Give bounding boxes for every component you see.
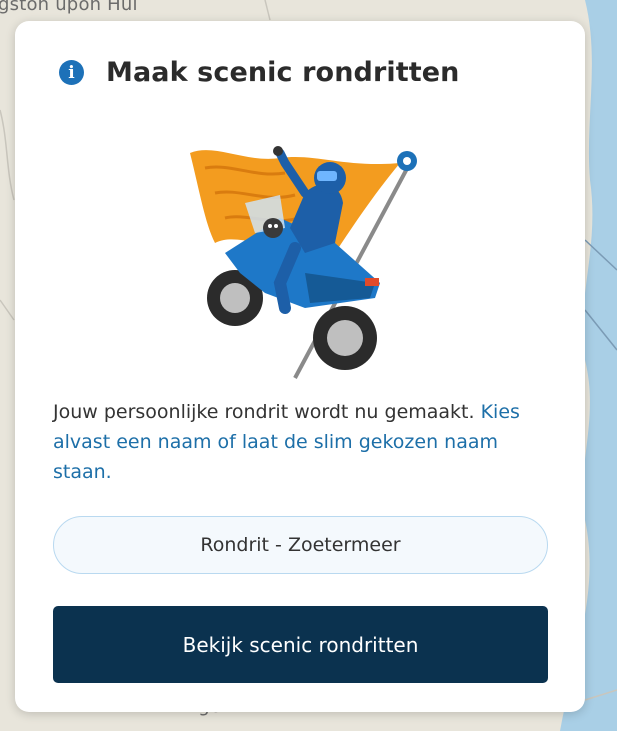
dialog-description: Jouw persoonlijke rondrit wordt nu gemaa… <box>53 397 553 487</box>
dialog-title: Maak scenic rondritten <box>106 57 460 88</box>
description-text: Jouw persoonlijke rondrit wordt nu gemaa… <box>53 401 481 423</box>
view-scenic-roundtrips-button[interactable]: Bekijk scenic rondritten <box>53 606 548 683</box>
scenic-roundtrip-dialog: i Maak scenic rondritten Jouw persoonlij… <box>15 21 585 712</box>
motorcycle-illustration <box>190 146 417 379</box>
roundtrip-name-input[interactable]: Rondrit - Zoetermeer <box>53 516 548 574</box>
dialog-header: i Maak scenic rondritten <box>59 57 459 88</box>
map-place-label: gston upon Hul <box>0 0 138 15</box>
info-icon: i <box>59 60 84 85</box>
